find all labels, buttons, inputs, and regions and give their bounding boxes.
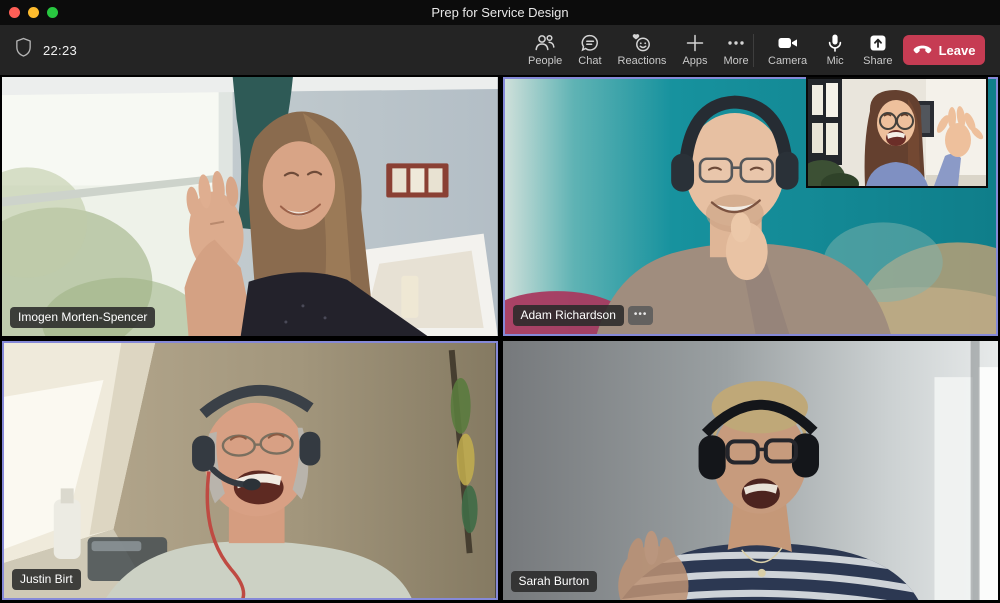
video-stage: Imogen Morten-Spencer — [0, 75, 1000, 603]
people-icon — [534, 33, 556, 53]
meeting-toolbar: 22:23 People Chat — [0, 25, 1000, 75]
window-titlebar: Prep for Service Design — [0, 0, 1000, 25]
self-view-pip[interactable] — [806, 77, 988, 188]
apps-icon — [685, 33, 705, 53]
video-tile-sarah[interactable]: Sarah Burton — [503, 341, 999, 600]
more-label: More — [724, 55, 749, 67]
close-window-button[interactable] — [9, 7, 20, 18]
apps-button[interactable]: Apps — [676, 27, 713, 73]
leave-button[interactable]: Leave — [903, 35, 985, 65]
participant-more-button[interactable]: ••• — [628, 306, 654, 325]
meeting-title: Prep for Service Design — [431, 5, 568, 20]
mic-label: Mic — [827, 55, 844, 67]
video-tile-imogen[interactable]: Imogen Morten-Spencer — [2, 77, 498, 336]
window-controls — [9, 7, 58, 18]
hangup-icon — [913, 43, 932, 58]
video-feed-justin — [4, 343, 496, 598]
shield-icon — [14, 37, 33, 63]
share-icon — [868, 33, 888, 53]
chat-button[interactable]: Chat — [572, 27, 607, 73]
mic-button[interactable]: Mic — [819, 27, 851, 73]
video-feed-imogen — [2, 77, 498, 336]
toolbar-device-buttons: Camera Mic Share — [762, 25, 898, 75]
reactions-button[interactable]: Reactions — [612, 27, 673, 73]
participant-name-label: Sarah Burton — [511, 571, 598, 592]
participant-name-label: Imogen Morten-Spencer — [10, 307, 155, 328]
toolbar-center-buttons: People Chat Reactions — [522, 25, 755, 75]
participant-name-label: Justin Birt — [12, 569, 81, 590]
more-icon — [726, 33, 746, 53]
people-button[interactable]: People — [522, 27, 568, 73]
more-button[interactable]: More — [718, 27, 755, 73]
video-tile-justin[interactable]: Justin Birt — [2, 341, 498, 600]
chat-icon — [580, 33, 600, 53]
share-button[interactable]: Share — [857, 27, 898, 73]
mic-icon — [825, 33, 845, 53]
leave-label: Leave — [939, 43, 976, 58]
camera-icon — [777, 33, 799, 53]
video-feed-sarah — [503, 341, 999, 600]
people-label: People — [528, 55, 562, 67]
meeting-status-group: 22:23 — [14, 25, 77, 75]
chat-label: Chat — [578, 55, 601, 67]
camera-label: Camera — [768, 55, 807, 67]
reactions-icon — [631, 33, 652, 53]
participant-name-label: Adam Richardson — [513, 305, 624, 326]
self-view-video — [808, 79, 986, 186]
apps-label: Apps — [682, 55, 707, 67]
minimize-window-button[interactable] — [28, 7, 39, 18]
share-label: Share — [863, 55, 892, 67]
zoom-window-button[interactable] — [47, 7, 58, 18]
toolbar-divider — [753, 34, 754, 67]
camera-button[interactable]: Camera — [762, 27, 813, 73]
reactions-label: Reactions — [618, 55, 667, 67]
meeting-timer: 22:23 — [43, 43, 77, 58]
